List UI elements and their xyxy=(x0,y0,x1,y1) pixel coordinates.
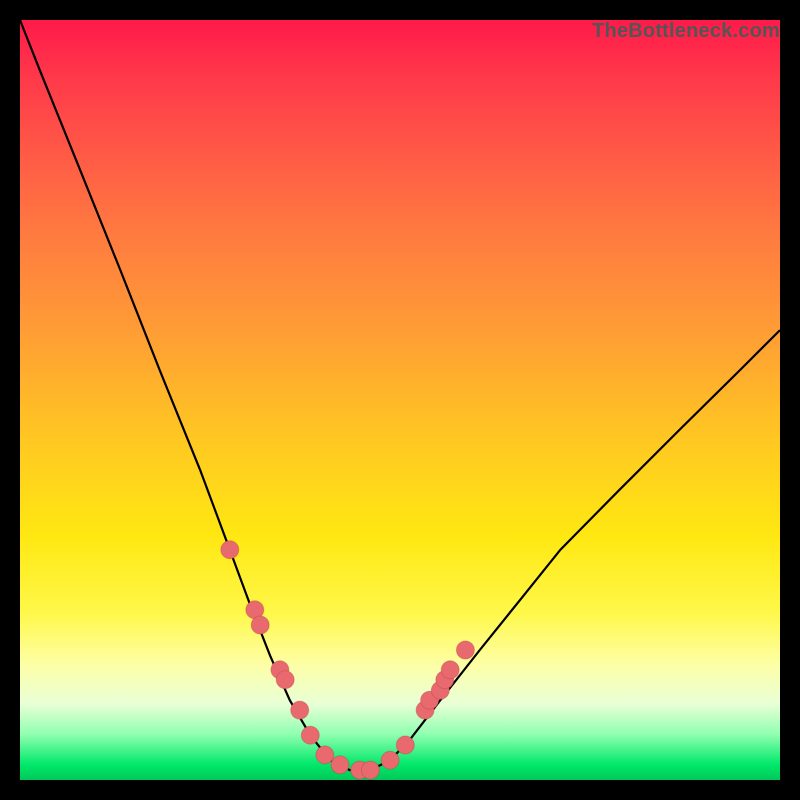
marker-point xyxy=(381,751,399,769)
marker-point xyxy=(416,701,434,719)
marker-point xyxy=(291,701,309,719)
marker-point xyxy=(456,641,474,659)
marker-point xyxy=(331,756,349,774)
marker-point xyxy=(271,661,289,679)
watermark-text: TheBottleneck.com xyxy=(592,20,780,43)
chart-frame: TheBottleneck.com xyxy=(0,0,800,800)
marker-point xyxy=(441,661,459,679)
marker-point xyxy=(431,681,449,699)
plot-area xyxy=(20,20,780,780)
marker-point xyxy=(351,761,369,779)
marker-point xyxy=(301,726,319,744)
marker-point xyxy=(436,671,454,689)
marker-point xyxy=(221,541,239,559)
marker-point xyxy=(316,746,334,764)
marker-point xyxy=(276,671,294,689)
marker-point xyxy=(246,601,264,619)
marker-point xyxy=(396,736,414,754)
marker-point xyxy=(361,761,379,779)
marker-point xyxy=(251,616,269,634)
bottleneck-curve xyxy=(20,20,780,770)
marker-group xyxy=(221,541,475,779)
marker-point xyxy=(421,691,439,709)
curve-layer xyxy=(20,20,780,780)
